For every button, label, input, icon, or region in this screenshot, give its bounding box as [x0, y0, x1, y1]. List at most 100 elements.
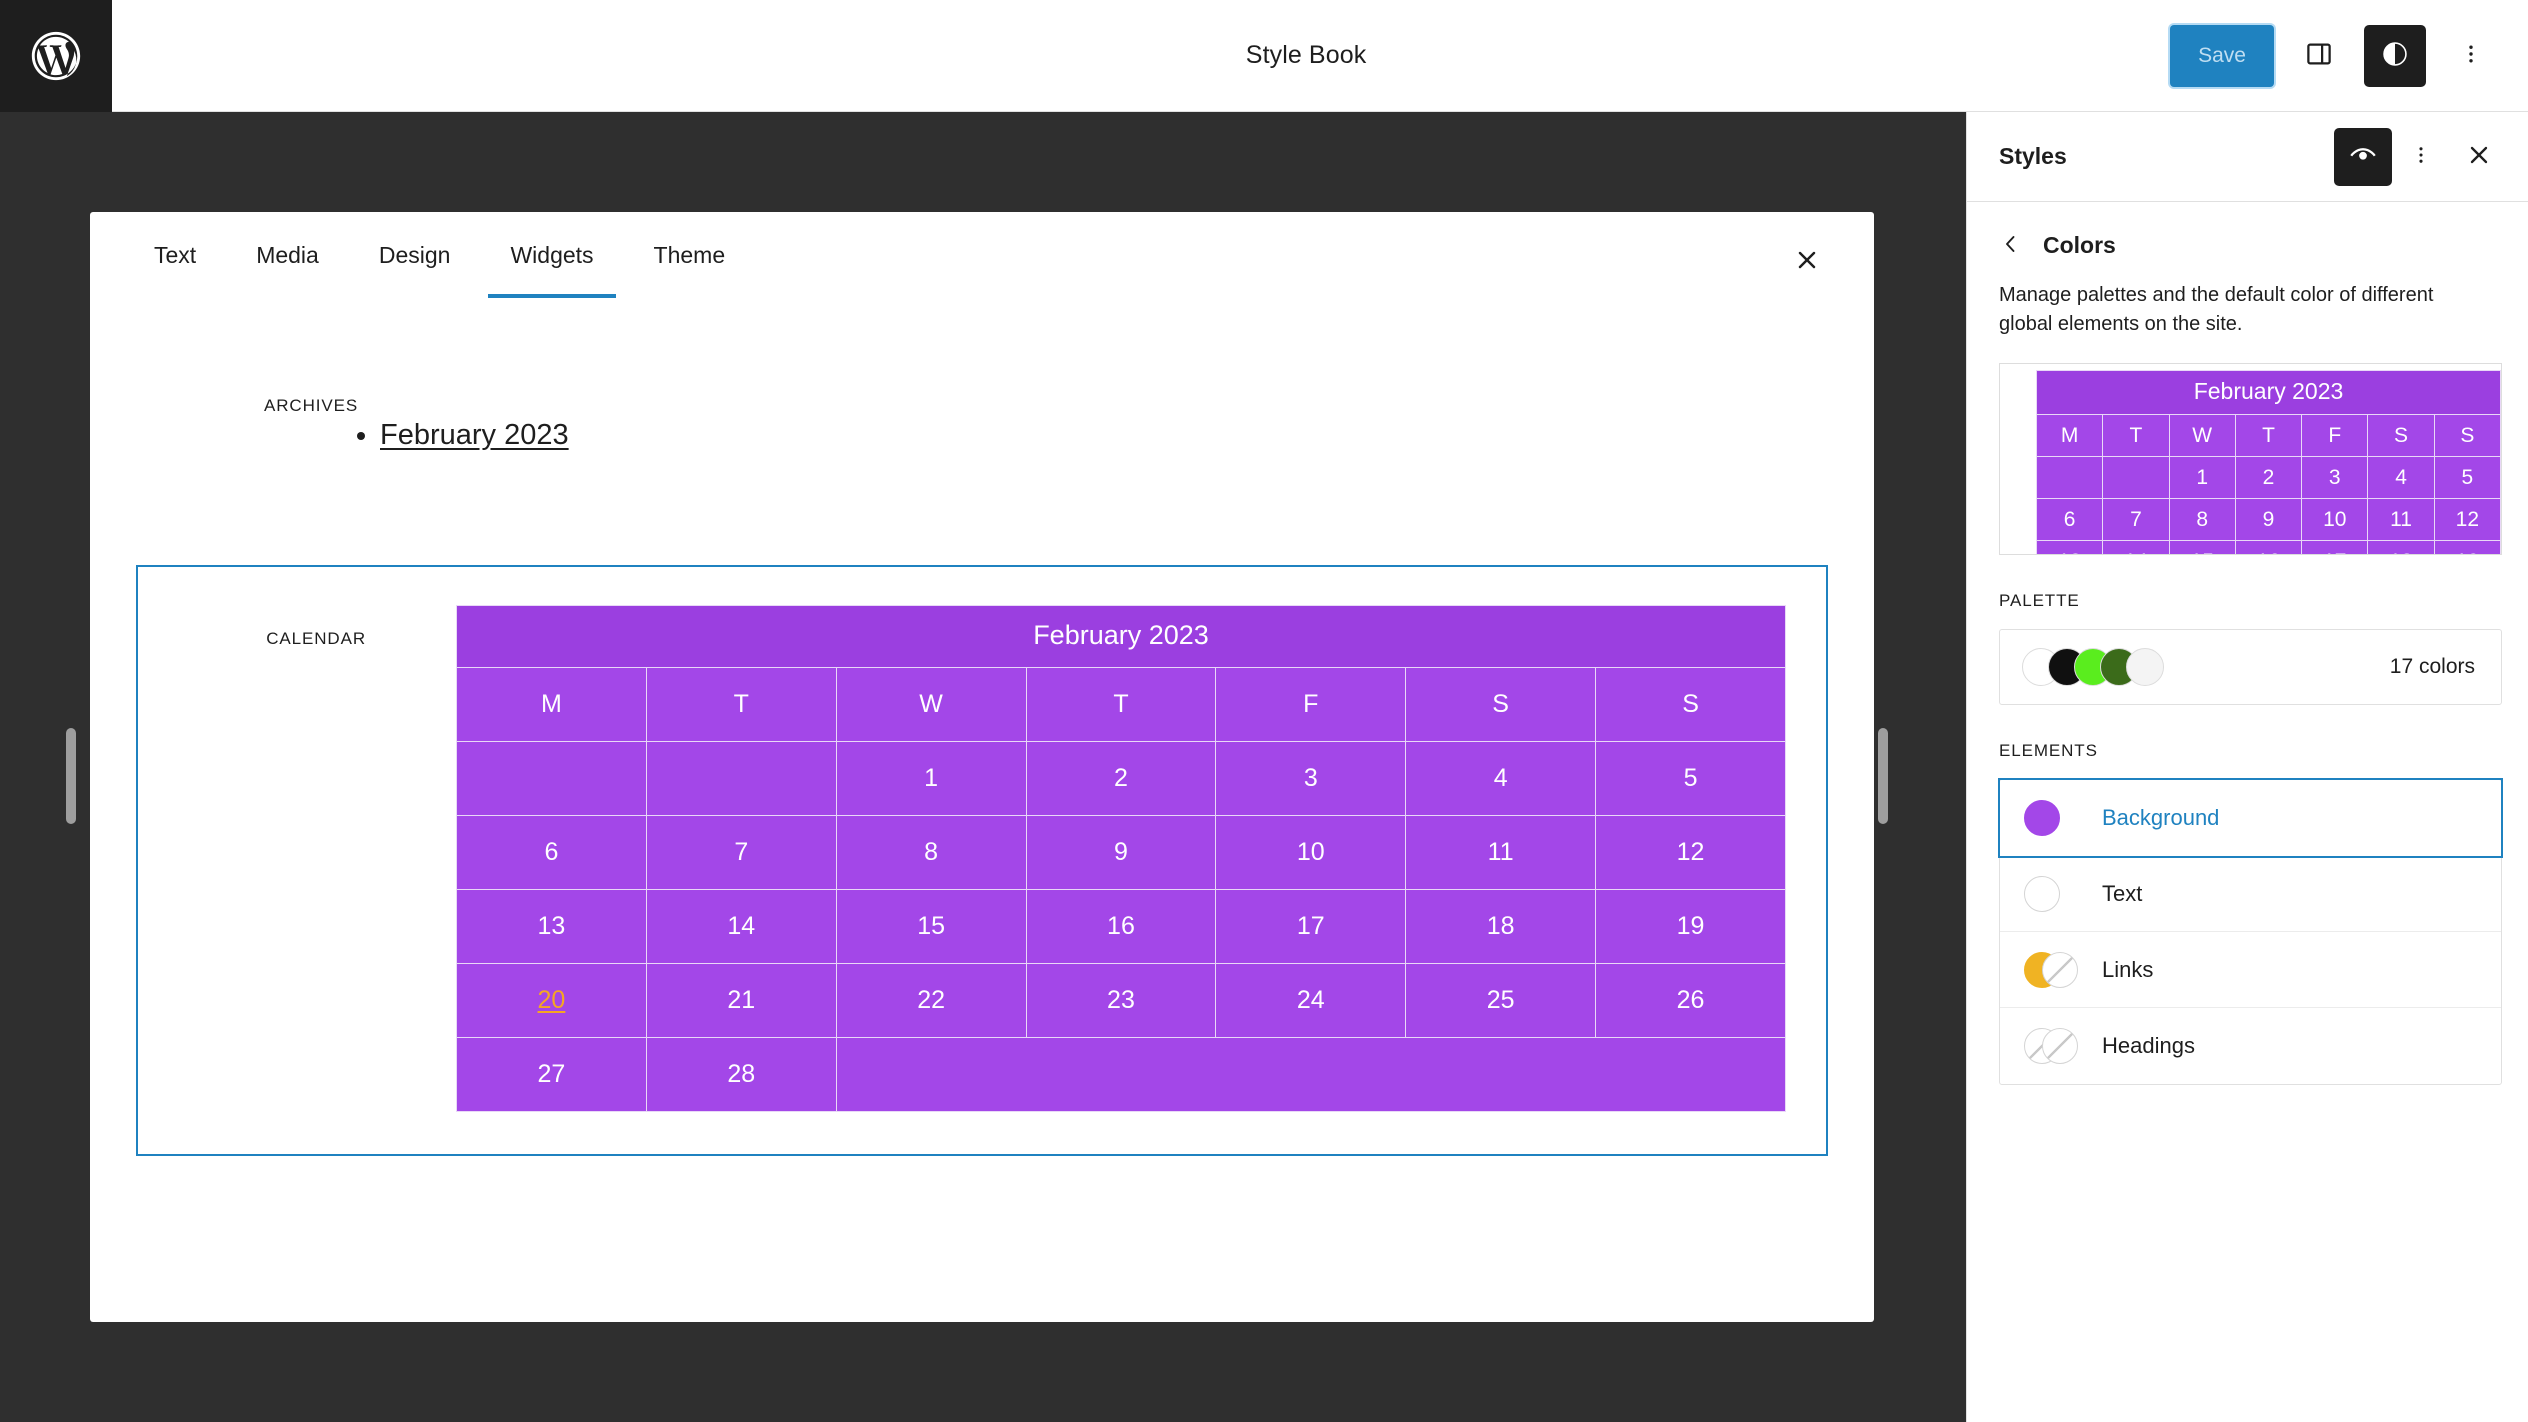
page-title: Style Book: [1245, 41, 1367, 69]
element-label: Links: [2102, 956, 2154, 982]
element-row-background[interactable]: Background: [1998, 778, 2503, 858]
calendar-week-row: 6 7 8 9 10 11 12: [456, 815, 1786, 891]
calendar-day-cell: 11: [1405, 815, 1597, 891]
style-book-preview-button[interactable]: [2334, 127, 2392, 186]
styles-close-button[interactable]: [2450, 128, 2508, 186]
calendar-day-cell: 17: [1215, 889, 1407, 965]
calendar-day-cell: [2102, 456, 2170, 499]
styles-preview-panel[interactable]: February 2023 M T W T F S S 1 2 3 4 5 6 …: [1999, 363, 2502, 555]
palette-row[interactable]: 17 colors: [1999, 629, 2502, 705]
weekday-header: T: [2102, 414, 2170, 457]
preview-week-row: 6 7 8 9 10 11 12: [2035, 498, 2501, 541]
calendar-day-cell: 3: [2301, 456, 2369, 499]
color-swatch-icon: [2024, 799, 2080, 836]
canvas-resize-handle-left[interactable]: [66, 728, 76, 824]
sidebar-toggle-button[interactable]: [2288, 25, 2350, 87]
archives-example: ARCHIVES February 2023: [90, 392, 1874, 455]
calendar-day-cell: 1: [2168, 456, 2236, 499]
calendar-day-cell: [456, 741, 647, 817]
calendar-day-cell: 27: [456, 1037, 647, 1113]
calendar-day-cell: 3: [1215, 741, 1407, 817]
tab-design[interactable]: Design: [349, 212, 481, 298]
calendar-day-cell: 19: [2433, 540, 2501, 554]
calendar-week-row: 20 21 22 23 24 25 26: [456, 963, 1786, 1039]
weekday-header: T: [645, 667, 837, 743]
tab-text[interactable]: Text: [124, 212, 226, 298]
calendar-day-cell-empty: [835, 1037, 1787, 1113]
panel-layout-icon: [2304, 39, 2334, 72]
calendar-day-cell: 16: [1025, 889, 1217, 965]
calendar-day-cell: 12: [2433, 498, 2501, 541]
style-book-tablist: Text Media Design Widgets Theme: [90, 212, 1874, 298]
wordpress-logo-icon: [27, 27, 85, 85]
element-label: Background: [2102, 804, 2220, 830]
element-row-links[interactable]: Links: [2000, 932, 2501, 1008]
tab-media[interactable]: Media: [226, 212, 349, 298]
calendar-day-cell: 26: [1595, 963, 1786, 1039]
preview-calendar-table: February 2023 M T W T F S S 1 2 3 4 5 6 …: [2035, 370, 2501, 554]
calendar-day-cell: 18: [2367, 540, 2435, 554]
color-swatch-icon: [2024, 1028, 2080, 1064]
calendar-day-cell: 14: [2102, 540, 2170, 554]
styles-preview-inner: February 2023 M T W T F S S 1 2 3 4 5 6 …: [2035, 370, 2501, 554]
calendar-day-cell-linked: 20: [456, 963, 647, 1039]
calendar-day-cell: 13: [2035, 540, 2104, 554]
styles-section-title: Colors: [2043, 232, 2116, 258]
element-row-headings[interactable]: Headings: [2000, 1008, 2501, 1084]
close-icon: [1793, 246, 1821, 277]
chevron-left-icon: [1999, 232, 2023, 259]
editor-canvas: Text Media Design Widgets Theme ARCHIVES…: [0, 112, 1966, 1422]
calendar-day-cell: 19: [1595, 889, 1786, 965]
calendar-table: February 2023 M T W T F S S 1 2 3 4 5 6 …: [456, 605, 1787, 1113]
calendar-day-cell: 11: [2367, 498, 2435, 541]
calendar-day-cell: 6: [456, 815, 647, 891]
style-book-close-button[interactable]: [1778, 232, 1836, 290]
calendar-day-cell: 25: [1405, 963, 1597, 1039]
elements-group-label: ELEMENTS: [1999, 741, 2098, 760]
calendar-example-block[interactable]: CALENDAR February 2023 M T W T F S S 1 2…: [136, 565, 1828, 1157]
canvas-resize-handle-right[interactable]: [1878, 728, 1888, 824]
calendar-label: CALENDAR: [266, 629, 366, 649]
calendar-day-cell: 23: [1025, 963, 1217, 1039]
calendar-day-cell: 28: [645, 1037, 837, 1113]
calendar-day-cell: 22: [835, 963, 1027, 1039]
weekday-header: T: [2234, 414, 2303, 457]
calendar-day-cell: 24: [1215, 963, 1407, 1039]
element-row-text[interactable]: Text: [2000, 856, 2501, 932]
calendar-day-cell: 10: [1215, 815, 1407, 891]
weekday-header: F: [1215, 667, 1407, 743]
weekday-header: S: [1405, 667, 1597, 743]
save-button[interactable]: Save: [2170, 24, 2274, 87]
preview-calendar-caption: February 2023: [2036, 370, 2501, 414]
styles-more-options-button[interactable]: [2392, 128, 2450, 186]
elements-list: Background Text Links Headings: [1998, 778, 2503, 1085]
calendar-day-cell: 18: [1405, 889, 1597, 965]
calendar-day-cell: [645, 741, 837, 817]
calendar-day-cell: 2: [2234, 456, 2303, 499]
calendar-day-cell: 12: [1595, 815, 1786, 891]
calendar-week-row: 13 14 15 16 17 18 19: [456, 889, 1786, 965]
calendar-day-link[interactable]: 20: [538, 986, 566, 1014]
wordpress-logo-button[interactable]: [0, 0, 112, 112]
color-swatch-icon: [2024, 875, 2080, 912]
calendar-day-cell: 10: [2301, 498, 2369, 541]
tab-widgets[interactable]: Widgets: [480, 212, 623, 298]
calendar-week-row: 1 2 3 4 5: [456, 741, 1786, 817]
style-toggle-button[interactable]: [2364, 24, 2426, 87]
calendar-day-cell: 13: [456, 889, 647, 965]
styles-breadcrumb-nav: Colors: [1967, 202, 2528, 273]
styles-back-button[interactable]: [1995, 228, 2027, 263]
more-options-button[interactable]: [2440, 25, 2502, 87]
calendar-day-cell: 17: [2301, 540, 2369, 554]
calendar-day-cell: 9: [1025, 815, 1217, 891]
weekday-header: T: [1025, 667, 1217, 743]
calendar-day-cell: [2035, 456, 2104, 499]
styles-sidebar: Styles Colors Manage palettes and the de…: [1966, 112, 2528, 1422]
contrast-circle-icon: [2379, 38, 2411, 73]
tab-theme[interactable]: Theme: [624, 212, 756, 298]
calendar-day-cell: 9: [2234, 498, 2303, 541]
eye-icon: [2348, 140, 2378, 173]
archive-link-february-2023[interactable]: February 2023: [380, 419, 569, 451]
list-item: February 2023: [380, 416, 1874, 455]
style-book-panel: Text Media Design Widgets Theme ARCHIVES…: [90, 212, 1874, 1322]
